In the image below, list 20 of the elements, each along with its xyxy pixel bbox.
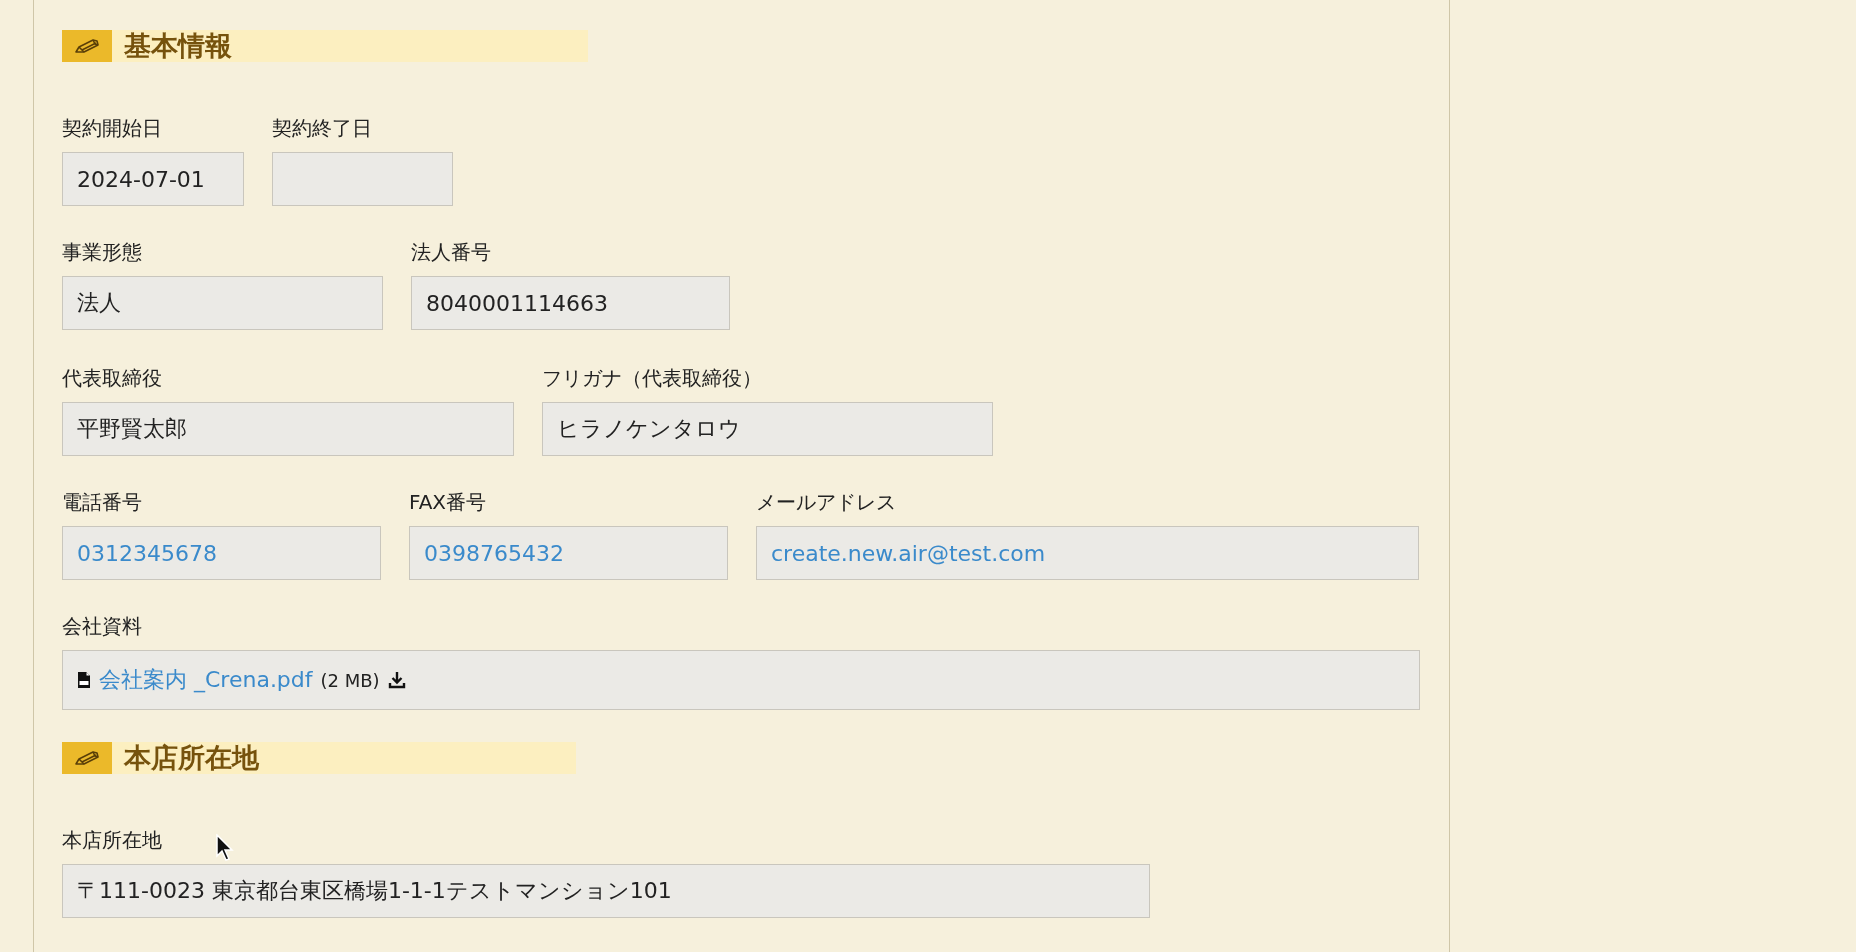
field-label: フリガナ（代表取締役）: [542, 365, 762, 392]
section-title: 本店所在地: [124, 741, 259, 775]
field-label: 契約開始日: [62, 115, 162, 142]
field-label: 会社資料: [62, 613, 142, 640]
input-field[interactable]: 8040001114663: [411, 276, 730, 330]
input-field[interactable]: 平野賢太郎: [62, 402, 514, 456]
field-label: FAX番号: [409, 489, 487, 516]
field-label: 事業形態: [62, 239, 142, 266]
file-size: (2 MB): [320, 669, 380, 691]
input-field[interactable]: 法人: [62, 276, 383, 330]
field-label: 本店所在地: [62, 827, 162, 854]
field-label: メールアドレス: [756, 489, 896, 516]
field-label: 法人番号: [411, 239, 491, 266]
section-title: 基本情報: [124, 29, 232, 63]
field-label: 代表取締役: [62, 365, 162, 392]
input-field[interactable]: ヒラノケンタロウ: [542, 402, 993, 456]
field-label: 契約終了日: [272, 115, 372, 142]
field-label: 電話番号: [62, 489, 142, 516]
input-field[interactable]: 2024-07-01: [62, 152, 244, 206]
input-field[interactable]: 〒111-0023 東京都台東区橋場1-1-1テストマンション101: [62, 864, 1150, 918]
